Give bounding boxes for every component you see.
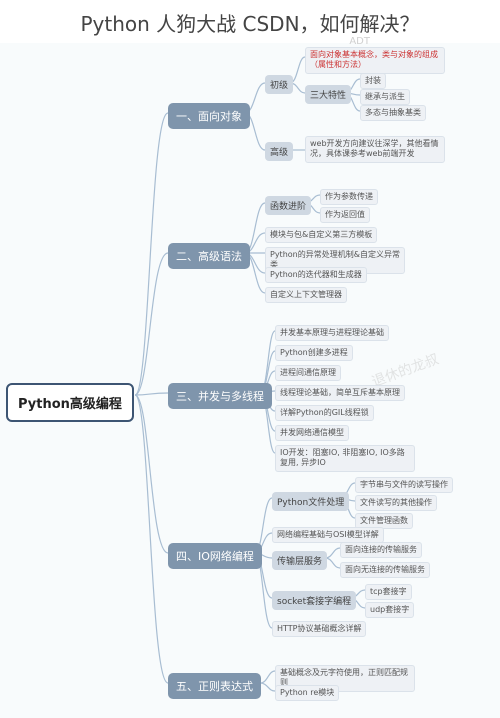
leaf-re-module: Python re模块 [275, 685, 339, 701]
sub-transport: 传输层服务 [272, 551, 327, 570]
sub-socket: socket套接字编程 [272, 591, 356, 610]
sub-func: 函数进阶 [265, 196, 311, 215]
leaf-tcp: tcp套接字 [365, 584, 412, 600]
leaf-connless: 面向无连接的传输服务 [340, 562, 430, 578]
branch-oop: 一、面向对象 [168, 103, 250, 129]
leaf-poly: 多态与抽象基类 [360, 105, 426, 121]
root-node: Python高级编程 [6, 383, 134, 422]
branch-ionet: 四、IO网络编程 [168, 543, 262, 569]
leaf-file-other: 文件读写的其他操作 [355, 495, 437, 511]
sub-oop-adv: 高级 [265, 142, 293, 161]
leaf-modules: 模块与包&自定义第三方模板 [265, 227, 377, 243]
sub-oop-three: 三大特性 [305, 85, 351, 104]
leaf-multiproc: Python创建多进程 [275, 345, 353, 361]
branch-syntax: 二、高级语法 [168, 243, 250, 269]
leaf-gil: 详解Python的GIL线程锁 [275, 405, 374, 421]
leaf-thread: 线程理论基础，简单互斥基本原理 [275, 385, 405, 401]
leaf-http: HTTP协议基础概念详解 [272, 621, 366, 637]
leaf-oop-concept: 面向对象基本概念，类与对象的组成（属性和方法） [305, 47, 445, 74]
leaf-io: IO开发：阻塞IO, 非阻塞IO, IO多路复用, 异步IO [275, 445, 415, 472]
leaf-conc-basic: 并发基本原理与进程理论基础 [275, 325, 389, 341]
page-title: Python 人狗大战 CSDN，如何解决？ [0, 0, 500, 43]
leaf-iter: Python的迭代器和生成器 [265, 267, 367, 283]
sub-oop-basic: 初级 [265, 75, 293, 94]
sub-fileio: Python文件处理 [272, 492, 349, 511]
leaf-ipc: 进程间通信原理 [275, 365, 341, 381]
leaf-netmodel: 并发网络通信模型 [275, 425, 349, 441]
leaf-udp: udp套接字 [365, 602, 414, 618]
leaf-func-arg: 作为参数传递 [320, 189, 378, 205]
mindmap-canvas: Python高级编程 一、面向对象 初级 面向对象基本概念，类与对象的组成（属性… [0, 43, 500, 718]
leaf-inherit: 继承与派生 [360, 89, 410, 105]
leaf-func-ret: 作为返回值 [320, 207, 370, 223]
leaf-bytes: 字节串与文件的读写操作 [355, 477, 453, 493]
leaf-conn: 面向连接的传输服务 [340, 542, 422, 558]
leaf-osi: 网络编程基础与OSI模型详解 [272, 527, 384, 543]
branch-regex: 五、正则表达式 [168, 673, 261, 699]
leaf-ctxmgr: 自定义上下文管理器 [265, 287, 347, 303]
leaf-encap: 封装 [360, 73, 386, 89]
leaf-oop-webdev: web开发方向建议往深学，其他看情况，具体课参考web前端开发 [305, 136, 445, 163]
branch-concurrency: 三、并发与多线程 [168, 383, 272, 409]
